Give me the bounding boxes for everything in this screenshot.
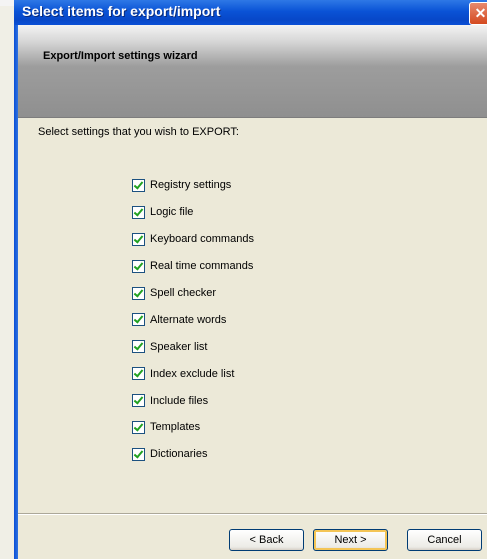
wizard-title: Export/Import settings wizard [43,50,198,62]
checkbox-checked[interactable] [132,232,145,246]
checkbox-index-exclude-list[interactable]: Index exclude list [132,360,254,387]
wizard-header: Export/Import settings wizard [18,25,487,117]
checkbox-label[interactable]: Spell checker [150,287,216,299]
next-button[interactable]: Next > [313,529,388,551]
settings-checklist: Registry settings Logic file Keyboard co… [132,172,254,468]
checkbox-label[interactable]: Include files [150,395,208,407]
checkbox-checked[interactable] [132,447,145,461]
checkbox-label[interactable]: Alternate words [150,314,226,326]
checkbox-checked[interactable] [132,205,145,219]
checkbox-speaker-list[interactable]: Speaker list [132,333,254,360]
export-prompt: Select settings that you wish to EXPORT: [38,126,239,138]
checkbox-spell-checker[interactable]: Spell checker [132,280,254,307]
checkbox-include-files[interactable]: Include files [132,387,254,414]
checkbox-checked[interactable] [132,313,145,327]
checkbox-checked[interactable] [132,367,145,381]
checkbox-label[interactable]: Templates [150,421,200,433]
checkbox-label[interactable]: Dictionaries [150,448,207,460]
back-button[interactable]: < Back [229,529,304,551]
export-import-dialog: Select items for export/import ✕ Export/… [14,0,487,559]
checkbox-checked[interactable] [132,259,145,273]
footer-divider-highlight [18,514,487,515]
checkbox-label[interactable]: Real time commands [150,260,253,272]
checkbox-label[interactable]: Logic file [150,206,193,218]
checkbox-checked[interactable] [132,394,145,408]
checkbox-alternate-words[interactable]: Alternate words [132,306,254,333]
close-icon[interactable]: ✕ [469,2,487,25]
wizard-content: Select settings that you wish to EXPORT:… [18,118,487,479]
checkbox-label[interactable]: Keyboard commands [150,233,254,245]
checkbox-label[interactable]: Registry settings [150,179,231,191]
checkbox-real-time-commands[interactable]: Real time commands [132,253,254,280]
checkbox-templates[interactable]: Templates [132,414,254,441]
checkbox-label[interactable]: Index exclude list [150,368,234,380]
checkbox-keyboard-commands[interactable]: Keyboard commands [132,226,254,253]
checkbox-logic-file[interactable]: Logic file [132,199,254,226]
checkbox-dictionaries[interactable]: Dictionaries [132,441,254,468]
checkbox-label[interactable]: Speaker list [150,341,207,353]
checkbox-checked[interactable] [132,420,145,434]
title-bar[interactable]: Select items for export/import ✕ [14,0,487,25]
checkbox-registry-settings[interactable]: Registry settings [132,172,254,199]
checkbox-checked[interactable] [132,340,145,354]
checkbox-checked[interactable] [132,178,145,192]
cancel-button[interactable]: Cancel [407,529,482,551]
window-title: Select items for export/import [22,3,221,19]
checkbox-checked[interactable] [132,286,145,300]
